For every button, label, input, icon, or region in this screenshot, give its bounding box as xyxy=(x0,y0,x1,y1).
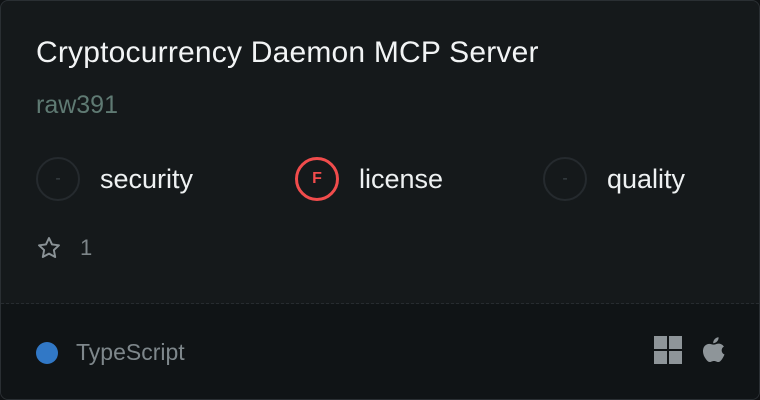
security-grade-badge: - xyxy=(36,157,80,201)
platform-list xyxy=(653,335,727,365)
language-indicator: TypeScript xyxy=(36,339,185,366)
star-count: 1 xyxy=(80,235,93,260)
star-outline-icon xyxy=(38,237,60,258)
license-grade-badge: F xyxy=(295,157,339,201)
quality-grade-badge: - xyxy=(543,157,587,201)
language-name: TypeScript xyxy=(76,339,185,365)
score-quality: - quality xyxy=(543,155,685,203)
windows-icon xyxy=(654,336,682,364)
card-footer: TypeScript xyxy=(1,304,759,399)
server-card[interactable]: Cryptocurrency Daemon MCP Server raw391 … xyxy=(0,0,760,400)
apple-icon xyxy=(702,337,725,362)
score-license: F license xyxy=(295,155,443,203)
license-label: license xyxy=(359,163,444,194)
language-color-dot xyxy=(36,341,58,364)
author-name[interactable]: raw391 xyxy=(36,91,118,120)
star-rating: 1 xyxy=(36,235,92,261)
security-label: security xyxy=(100,163,194,194)
score-security: - security xyxy=(36,155,193,203)
server-title[interactable]: Cryptocurrency Daemon MCP Server xyxy=(36,36,539,70)
quality-label: quality xyxy=(607,163,686,194)
